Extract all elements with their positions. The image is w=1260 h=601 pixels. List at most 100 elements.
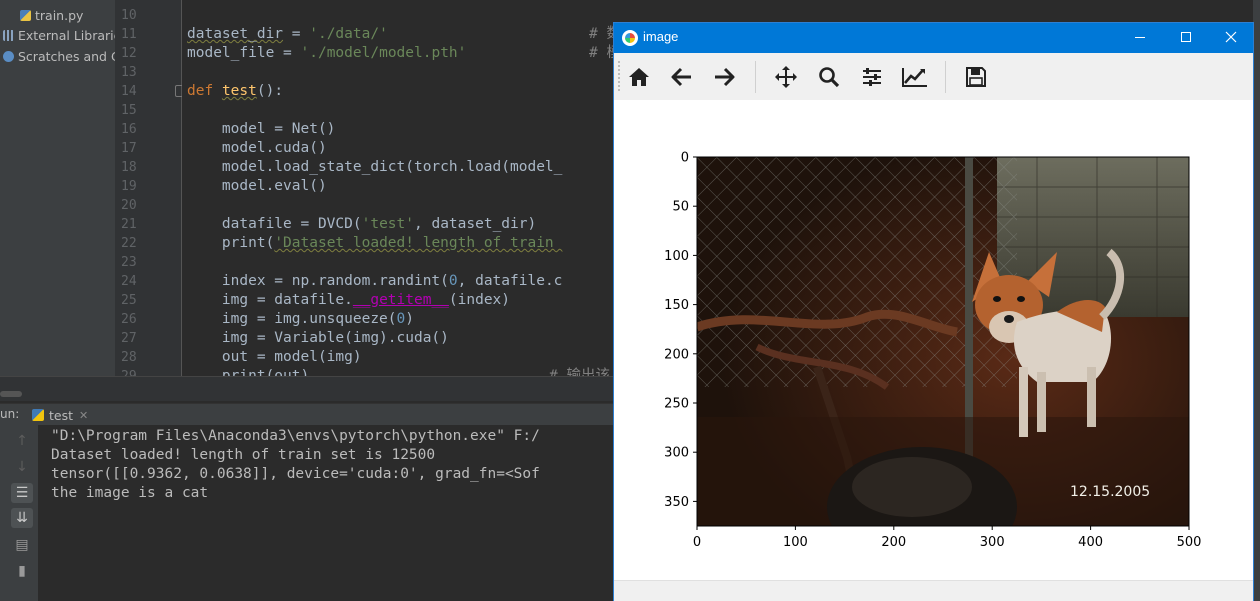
y-tick-label: 0 <box>681 151 689 166</box>
window-title-bar[interactable]: image <box>614 23 1253 53</box>
code-line: out = model(img) <box>187 349 362 365</box>
code-line: model.load_state_dict(torch.load(model_ <box>187 159 563 175</box>
up-arrow-icon[interactable]: ↑ <box>11 431 33 451</box>
line-number: 13 <box>121 65 137 80</box>
tree-item-label: External Libraries <box>18 27 115 43</box>
code-token: __getitem__ <box>352 292 449 308</box>
down-arrow-icon[interactable]: ↓ <box>11 457 33 477</box>
editor-gutter: 10 11 12 13 14 15 16 17 18 19 20 21 22 2… <box>115 0 185 384</box>
plot-axes: 12.15.2005 0 50 100 150 200 250 300 350 0 100 200… <box>664 151 1202 551</box>
python-icon <box>32 409 44 421</box>
line-number: 18 <box>121 160 137 175</box>
line-number: 11 <box>121 27 137 42</box>
close-button[interactable] <box>1208 23 1254 53</box>
minimize-button[interactable] <box>1117 23 1163 53</box>
scratches-icon <box>3 50 14 62</box>
code-token: (): <box>256 83 284 99</box>
forward-arrow-icon[interactable] <box>707 60 741 94</box>
console-line: "D:\Program Files\Anaconda3\envs\pytorch… <box>51 428 540 444</box>
tree-item-scratches[interactable]: Scratches and Consoles <box>3 46 115 66</box>
code-line: index = np.random.randint(0, datafile.c <box>187 272 563 291</box>
y-tick-label: 350 <box>664 495 689 510</box>
code-token: 0 <box>448 273 458 289</box>
code-line: model_file = './model/model.pth' # 模 <box>187 44 621 63</box>
line-number: 15 <box>121 103 137 118</box>
project-tree: train.py External Libraries Scratches an… <box>0 0 115 392</box>
code-line: model.cuda() <box>187 140 327 156</box>
line-number: 20 <box>121 198 137 213</box>
run-tool-window-header: un: test ✕ <box>0 403 620 428</box>
run-console[interactable]: "D:\Program Files\Anaconda3\envs\pytorch… <box>38 425 620 601</box>
figure-canvas[interactable]: 12.15.2005 0 50 100 150 200 250 300 350 0 100 200… <box>614 100 1253 580</box>
line-number: 26 <box>121 312 137 327</box>
code-editor[interactable]: dataset_dir = './data/' # 数 model_file = … <box>182 0 622 376</box>
code-token: , datafile.c <box>457 273 563 289</box>
y-tick-label: 50 <box>672 200 689 215</box>
code-function-name: test <box>221 83 257 99</box>
move-icon[interactable] <box>769 60 803 94</box>
y-tick-label: 200 <box>664 347 689 362</box>
run-side-toolbar: ↑ ↓ ☰ ⇊ ▤ ▮ <box>0 425 39 601</box>
code-token: print( <box>187 235 275 251</box>
toolbar-separator <box>945 61 946 93</box>
y-tick-label: 150 <box>664 298 689 313</box>
code-line: datafile = DVCD('test', dataset_dir) <box>187 215 536 234</box>
tree-item-label: Scratches and Consoles <box>18 48 115 64</box>
code-token: img = img.unsqueeze( <box>187 311 397 327</box>
window-title: image <box>643 29 679 44</box>
run-label: un: <box>0 407 20 421</box>
code-token: , dataset_dir) <box>414 216 537 232</box>
code-line: def test(): <box>187 82 283 101</box>
line-number: 16 <box>121 122 137 137</box>
libraries-icon <box>3 29 14 41</box>
line-number: 19 <box>121 179 137 194</box>
code-line: img = img.unsqueeze(0) <box>187 310 414 329</box>
figure-window[interactable]: image 12.15.2005 0 50 100 150 200 250 30… <box>613 22 1254 601</box>
code-token: print(out) <box>187 368 310 376</box>
tree-item-train-py[interactable]: train.py <box>20 5 83 25</box>
save-icon[interactable] <box>959 60 993 94</box>
code-line: model.eval() <box>187 178 327 194</box>
y-axis: 0 50 100 150 200 250 300 350 <box>664 151 697 510</box>
code-token: 'test' <box>361 216 414 232</box>
axes-frame <box>696 156 1190 527</box>
line-number: 28 <box>121 350 137 365</box>
x-tick-label: 100 <box>783 535 808 550</box>
code-token: ) <box>405 311 414 327</box>
trash-icon[interactable]: ▮ <box>11 561 33 581</box>
x-tick-label: 400 <box>1078 535 1103 550</box>
right-tool-strip <box>1253 0 1260 601</box>
toolbar-separator <box>755 61 756 93</box>
code-line: img = Variable(img).cuda() <box>187 330 449 346</box>
configure-subplots-icon[interactable] <box>855 60 889 94</box>
code-token: 0 <box>396 311 406 327</box>
line-number: 10 <box>121 8 137 23</box>
soft-wrap-icon[interactable]: ☰ <box>11 483 33 503</box>
matplotlib-logo-icon <box>622 30 638 46</box>
code-token: img = datafile. <box>187 292 353 308</box>
code-token: = <box>283 26 310 42</box>
y-tick-label: 100 <box>664 249 689 264</box>
horizontal-scrollbar[interactable] <box>0 376 620 401</box>
back-arrow-icon[interactable] <box>665 60 699 94</box>
home-icon[interactable] <box>622 60 656 94</box>
x-tick-label: 500 <box>1177 535 1202 550</box>
code-token: index = np.random.randint( <box>187 273 449 289</box>
line-number: 14 <box>121 84 137 99</box>
code-line: print(out) # 输出该 <box>187 367 610 376</box>
edit-curves-icon[interactable] <box>898 60 932 94</box>
scroll-to-end-icon[interactable]: ⇊ <box>11 508 33 528</box>
tree-item-external-libraries[interactable]: External Libraries <box>3 25 115 45</box>
code-token: = <box>274 45 301 61</box>
tree-item-label: train.py <box>35 7 84 23</box>
zoom-icon[interactable] <box>812 60 846 94</box>
print-icon[interactable]: ▤ <box>11 535 33 555</box>
code-comment: # 输出该 <box>549 368 610 376</box>
close-icon[interactable]: ✕ <box>79 409 88 422</box>
y-tick-label: 300 <box>664 446 689 461</box>
run-tab-label: test <box>49 407 74 423</box>
maximize-button[interactable] <box>1163 23 1209 53</box>
x-tick-label: 200 <box>881 535 906 550</box>
line-number: 24 <box>121 274 137 289</box>
scrollbar-thumb[interactable] <box>0 391 22 397</box>
